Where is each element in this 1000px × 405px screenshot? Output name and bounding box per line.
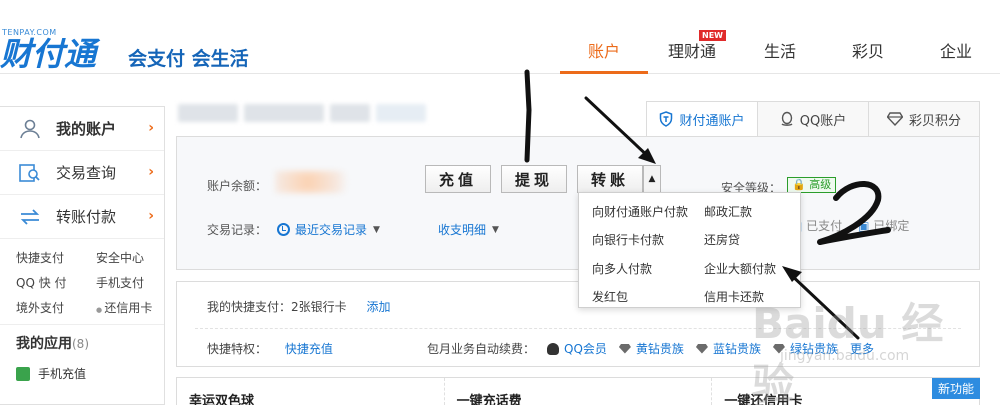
chevron-right-icon: › (148, 208, 154, 224)
clock-icon (277, 223, 291, 236)
menu-item-mortgage[interactable]: 还房贷 (704, 231, 815, 250)
sidebar-item-label: 转账付款 (56, 208, 117, 226)
qq-penguin-icon (780, 111, 794, 127)
quick-privilege-row: 快捷特权： 快捷充值 (207, 340, 333, 357)
logo-main: 财付通 (0, 35, 97, 73)
nav-caibei[interactable]: 彩贝 (824, 0, 912, 74)
security-level: 高级 (809, 178, 832, 191)
qq-member-link[interactable]: QQ会员 (547, 340, 607, 357)
transfer-dropdown-toggle[interactable]: ▲ (643, 165, 661, 193)
sidebar: 我的账户 › 交易查询 › 转账付款 › 快捷支付 安全中心 QQ 快 付 手机… (0, 106, 165, 405)
app-label: 手机充值 (38, 367, 87, 381)
new-badge: NEW (699, 30, 726, 41)
nav-life-label: 生活 (763, 42, 796, 61)
item-label: 黄钻贵族 (635, 342, 684, 356)
transfer-button[interactable]: 转账 (577, 165, 643, 193)
diamond-icon (886, 112, 903, 126)
recharge-button[interactable]: 充值 (425, 165, 491, 193)
nav-licaitong[interactable]: 理财通 NEW (648, 0, 736, 74)
card-phone-recharge[interactable]: 一键充话费 (445, 378, 713, 405)
my-apps-title: 我的应用(8) (0, 325, 164, 353)
privilege-label: 快捷特权： (207, 342, 268, 356)
tab-caibei-points[interactable]: 彩贝积分 (869, 101, 980, 137)
nav-enterprise[interactable]: 企业 (912, 0, 1000, 74)
bind-other-status[interactable]: 已绑定 (858, 217, 909, 234)
shield-icon (659, 111, 673, 127)
baidu-watermark: Baidu 经验 jingyan.baidu.com (752, 290, 982, 405)
my-apps-label: 我的应用 (16, 336, 72, 352)
menu-item-pay-tenpay[interactable]: 向财付通账户付款 (592, 203, 704, 222)
nav-enterprise-label: 企业 (939, 42, 972, 61)
quick-recharge-link[interactable]: 快捷充值 (285, 342, 333, 356)
tenpay-logo[interactable]: TENPAY.COM 财付通 会支付 会生活 (0, 22, 260, 72)
sidebar-item-my-account[interactable]: 我的账户 › (0, 107, 164, 151)
user-icon (18, 118, 42, 140)
nav-licaitong-label: 理财通 (667, 42, 716, 61)
chevron-right-icon: › (148, 120, 154, 136)
income-detail-label: 收支明细 (437, 223, 486, 237)
nav-caibei-label: 彩贝 (851, 42, 884, 61)
menu-item-enterprise-large-pay[interactable]: 企业大额付款 (704, 260, 815, 279)
link-quick-pay[interactable]: 快捷支付 (16, 249, 96, 266)
records-label: 交易记录： (207, 223, 268, 237)
nav-account[interactable]: 账户 (560, 0, 648, 74)
search-document-icon (18, 162, 42, 184)
yellow-diamond-link[interactable]: 黄钻贵族 (618, 340, 684, 357)
auto-renew-label: 包月业务自动续费： (427, 342, 536, 356)
link-credit-card[interactable]: 还信用卡 (96, 299, 176, 316)
tab-label: 财付通账户 (679, 113, 745, 129)
balance-label: 账户余额： (207, 179, 268, 193)
account-tabs: 财付通账户 QQ账户 彩贝积分 (646, 101, 980, 137)
phone-recharge-icon (16, 366, 30, 381)
quick-pay-label: 我的快捷支付：2张银行卡 (207, 300, 347, 314)
menu-item-red-packet[interactable]: 发红包 (592, 288, 704, 307)
chevron-right-icon: › (148, 164, 154, 180)
link-qq-pay[interactable]: QQ 快 付 (16, 274, 96, 291)
my-apps-count: (8) (72, 337, 89, 351)
sidebar-item-transfer[interactable]: 转账付款 › (0, 195, 164, 239)
transaction-records: 交易记录： 最近交易记录 ▼ 收支明细 ▼ (207, 221, 499, 238)
tab-label: QQ账户 (799, 113, 847, 129)
transfer-icon (18, 206, 42, 228)
security-level-badge[interactable]: 🔒 高级 (787, 177, 837, 193)
caret-down-icon: ▼ (373, 224, 380, 235)
nav-account-label: 账户 (587, 42, 620, 61)
qq-member-icon (547, 342, 560, 355)
main-nav: 账户 理财通 NEW 生活 彩贝 企业 (560, 0, 1000, 74)
income-detail-link[interactable]: 收支明细 ▼ (438, 221, 499, 238)
menu-item-pay-multiple[interactable]: 向多人付款 (592, 260, 704, 279)
diamond-icon (695, 343, 708, 354)
sidebar-item-transactions[interactable]: 交易查询 › (0, 151, 164, 195)
add-card-link[interactable]: 添加 (366, 300, 390, 314)
sidebar-item-label: 我的账户 (56, 120, 117, 138)
recent-records-label: 最近交易记录 (295, 223, 368, 237)
link-security-center[interactable]: 安全中心 (96, 249, 176, 266)
app-mobile-recharge[interactable]: 手机充值 (0, 353, 164, 382)
watermark-url: jingyan.baidu.com (780, 348, 910, 364)
blurred-username (178, 104, 438, 126)
recent-records-link[interactable]: 最近交易记录 ▼ (277, 221, 380, 238)
top-header: TENPAY.COM 财付通 会支付 会生活 账户 理财通 NEW 生活 彩贝 … (0, 0, 1000, 74)
card-lottery[interactable]: 幸运双色球 (177, 378, 445, 405)
link-overseas-pay[interactable]: 境外支付 (16, 299, 96, 316)
logo-slogan: 会支付 会生活 (128, 48, 249, 70)
link-mobile-pay[interactable]: 手机支付 (96, 274, 176, 291)
nav-life[interactable]: 生活 (736, 0, 824, 74)
tab-tenpay-account[interactable]: 财付通账户 (646, 101, 758, 137)
menu-item-postal-remit[interactable]: 邮政汇款 (704, 203, 815, 222)
withdraw-button[interactable]: 提现 (501, 165, 567, 193)
tab-label: 彩贝积分 (908, 113, 961, 129)
menu-item-pay-bank-card[interactable]: 向银行卡付款 (592, 231, 704, 250)
caret-down-icon: ▼ (491, 224, 499, 235)
diamond-icon (618, 343, 631, 354)
quick-pay-row: 我的快捷支付：2张银行卡 添加 (207, 298, 390, 315)
balance-value-blurred (275, 171, 357, 193)
item-label: QQ会员 (564, 342, 607, 356)
sidebar-quick-links: 快捷支付 安全中心 QQ 快 付 手机支付 境外支付 还信用卡 (0, 239, 164, 325)
sidebar-item-label: 交易查询 (56, 164, 117, 182)
caret-up-icon: ▲ (648, 174, 656, 184)
tab-qq-account[interactable]: QQ账户 (758, 101, 869, 137)
